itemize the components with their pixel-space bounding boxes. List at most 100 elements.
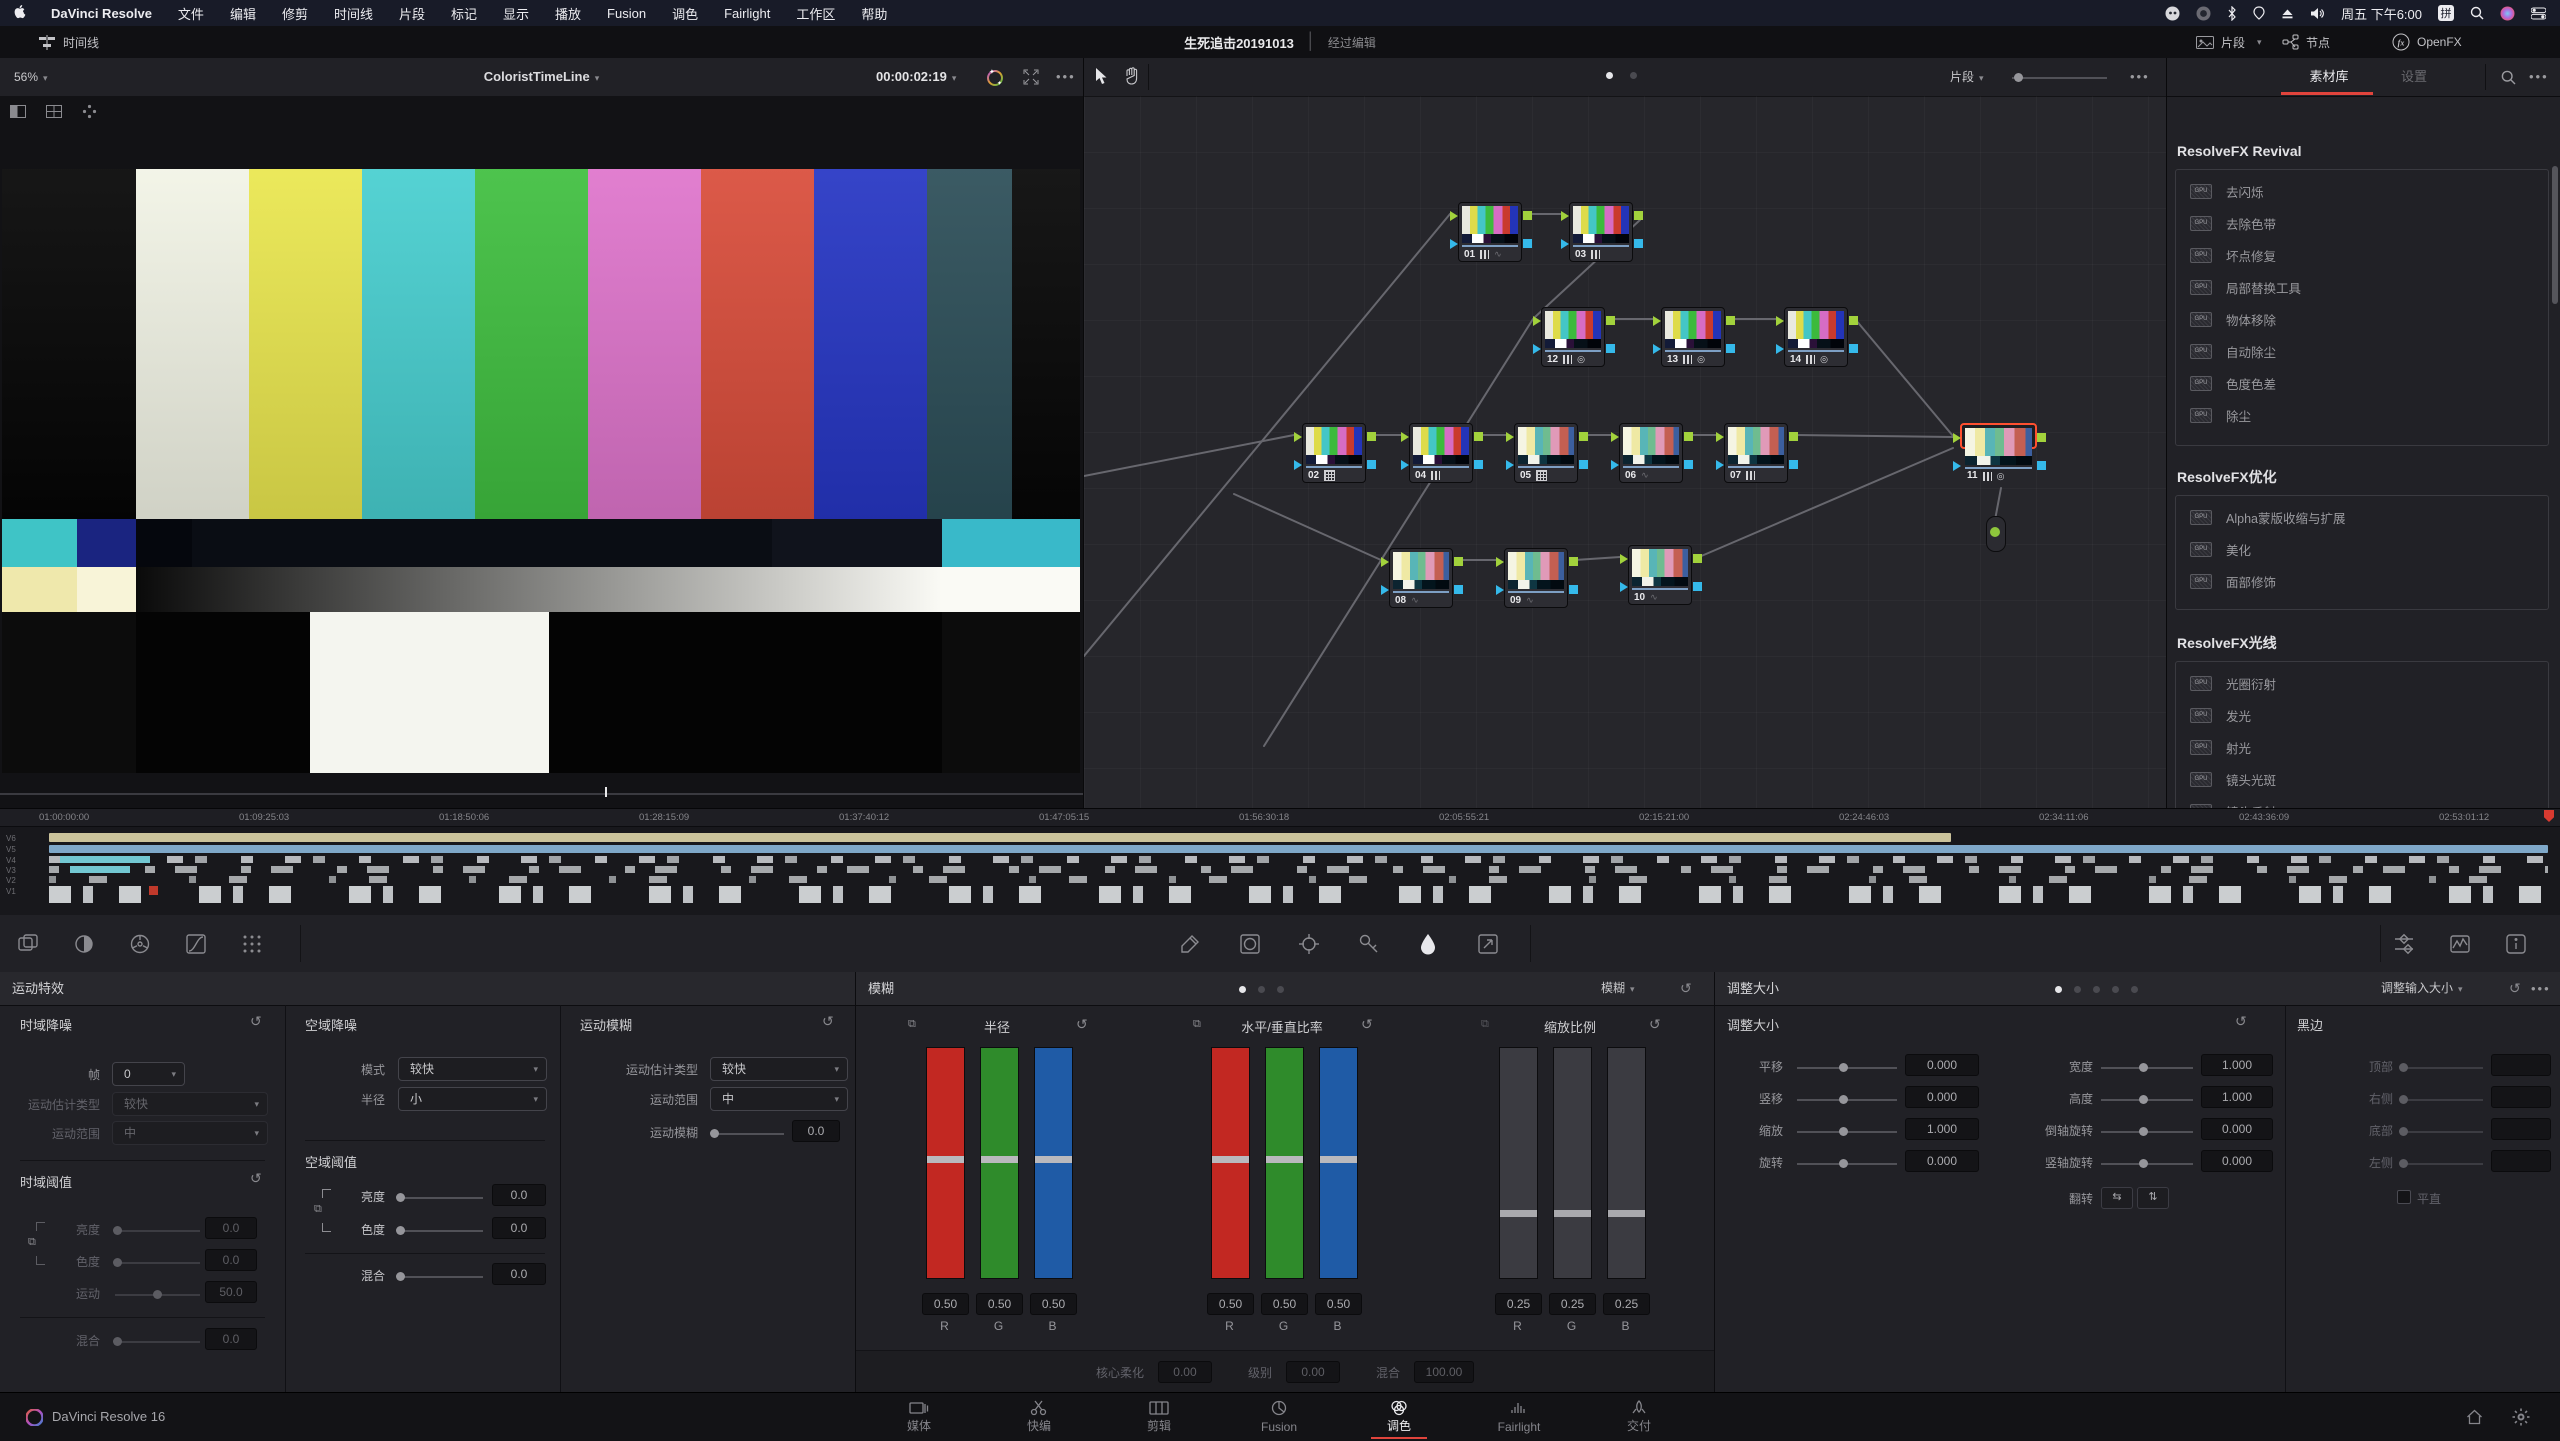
page-fusion[interactable]: Fusion (1234, 1397, 1324, 1439)
camera-raw-icon[interactable] (16, 932, 40, 956)
menu-playback[interactable]: 播放 (555, 4, 581, 23)
fx-item[interactable]: GPU自动除尘 (2176, 335, 2548, 367)
mb-range-dropdown[interactable]: 中▾ (710, 1087, 848, 1111)
radius-dropdown[interactable]: 小▾ (398, 1087, 547, 1111)
link-icon[interactable]: ⧉ (314, 1203, 322, 1216)
node-04[interactable]: 04 (1409, 423, 1473, 483)
radius-g-value[interactable]: 0.50 (976, 1293, 1023, 1315)
bluetooth-icon[interactable] (2227, 6, 2237, 21)
track-v1-clips[interactable] (49, 886, 2548, 903)
blend-value[interactable]: 0.0 (205, 1328, 257, 1350)
mb-est-dropdown[interactable]: 较快▾ (710, 1057, 848, 1081)
fx-search-icon[interactable] (2501, 70, 2516, 85)
menu-color[interactable]: 调色 (672, 4, 698, 23)
fx-item[interactable]: GPU发光 (2176, 699, 2548, 731)
spotlight-search-icon[interactable] (2470, 6, 2484, 20)
node-07[interactable]: 07 (1724, 423, 1788, 483)
node-03[interactable]: 03 (1569, 202, 1633, 262)
rotate-slider[interactable] (1797, 1163, 1897, 1165)
track-v2-clips[interactable] (49, 876, 2548, 883)
pitch-slider[interactable] (2101, 1131, 2193, 1133)
viewer-options-menu[interactable]: ••• (1056, 58, 1076, 96)
node-06[interactable]: 06∿ (1619, 423, 1683, 483)
reset-icon[interactable]: ↺ (1076, 1016, 1088, 1033)
fx-item[interactable]: GPU除尘 (2176, 399, 2548, 431)
blur-page-dot-2[interactable] (1258, 986, 1265, 993)
fx-item[interactable]: GPU去闪烁 (2176, 175, 2548, 207)
color-warper-icon[interactable] (240, 932, 264, 956)
page-deliver[interactable]: 交付 (1594, 1397, 1684, 1439)
menu-view[interactable]: 显示 (503, 4, 529, 23)
graph-page-dot-2[interactable] (1630, 72, 1637, 79)
sizing-page-dot-3[interactable] (2093, 986, 2100, 993)
reset-icon[interactable]: ↺ (250, 1013, 262, 1030)
node-13[interactable]: 13◎ (1661, 307, 1725, 367)
menu-fusion[interactable]: Fusion (607, 6, 646, 21)
blank-bottom-value[interactable] (2491, 1118, 2551, 1140)
width-slider[interactable] (2101, 1067, 2193, 1069)
scale-r-value[interactable]: 0.25 (1495, 1293, 1542, 1315)
fx-item[interactable]: GPU镜头反射 (2176, 795, 2548, 808)
key-icon[interactable] (1357, 932, 1381, 956)
keyframes-icon[interactable] (2392, 932, 2416, 956)
zoom-value[interactable]: 1.000 (1905, 1118, 1979, 1140)
graph-zoom-slider[interactable] (2012, 77, 2107, 79)
graph-page-dot-1[interactable] (1606, 72, 1613, 79)
radius-b-slider[interactable] (1034, 1047, 1073, 1279)
track-v4-clips[interactable] (49, 856, 2548, 863)
link-icon[interactable]: ⧉ (1193, 1018, 1201, 1031)
qualifier-icon[interactable] (1178, 932, 1202, 956)
cyan-clip[interactable] (70, 866, 130, 873)
color-wheels-icon[interactable] (128, 932, 152, 956)
fx-item[interactable]: GPU局部替换工具 (2176, 271, 2548, 303)
level-value[interactable]: 0.00 (1286, 1361, 1340, 1383)
node-01[interactable]: 01∿ (1458, 202, 1522, 262)
fx-item[interactable]: GPU射光 (2176, 731, 2548, 763)
blank-bottom-slider[interactable] (2401, 1131, 2483, 1133)
chroma-value[interactable]: 0.0 (205, 1249, 257, 1271)
tab-settings[interactable]: 设置 (2381, 58, 2447, 95)
tab-library[interactable]: 素材库 (2285, 58, 2373, 95)
fx-item[interactable]: GPU物体移除 (2176, 303, 2548, 335)
chroma-slider[interactable] (115, 1262, 200, 1264)
track-v5-clip[interactable] (49, 845, 2548, 853)
pan-value[interactable]: 0.000 (1905, 1054, 1979, 1076)
reset-icon[interactable]: ↺ (2235, 1013, 2247, 1030)
sizing-options-menu[interactable]: ••• (2531, 972, 2551, 1005)
zoom-slider[interactable] (1797, 1131, 1897, 1133)
eject-icon[interactable] (2281, 7, 2294, 20)
clip-view-dropdown[interactable]: 片段▾ (2196, 26, 2262, 58)
s-chroma-value[interactable]: 0.0 (492, 1217, 546, 1239)
menu-timeline[interactable]: 时间线 (334, 4, 373, 23)
hv-b-slider[interactable] (1319, 1047, 1358, 1279)
radius-r-value[interactable]: 0.50 (922, 1293, 969, 1315)
s-luma-value[interactable]: 0.0 (492, 1184, 546, 1206)
status-app-icon-1[interactable] (2165, 6, 2180, 21)
enhanced-viewer-icon[interactable]: ✦✦ (985, 68, 1004, 87)
page-color-active[interactable]: 调色 (1354, 1397, 1444, 1439)
radius-g-slider[interactable] (980, 1047, 1019, 1279)
node-12[interactable]: 12◎ (1541, 307, 1605, 367)
window-icon[interactable] (1238, 932, 1262, 956)
menu-workspace[interactable]: 工作区 (796, 4, 835, 23)
scale-g-slider[interactable] (1553, 1047, 1592, 1279)
menubar-clock[interactable]: 周五 下午6:00 (2341, 4, 2422, 23)
fx-options-menu[interactable]: ••• (2529, 58, 2549, 96)
nodes-panel-button[interactable]: 节点 (2282, 26, 2330, 58)
blank-left-slider[interactable] (2401, 1163, 2483, 1165)
tilt-value[interactable]: 0.000 (1905, 1086, 1979, 1108)
menu-fairlight[interactable]: Fairlight (724, 6, 770, 21)
fx-item[interactable]: GPU去除色带 (2176, 207, 2548, 239)
mode-dropdown[interactable]: 较快▾ (398, 1057, 547, 1081)
fx-item[interactable]: GPUAlpha蒙版收缩与扩展 (2176, 501, 2548, 533)
s-luma-slider[interactable] (398, 1197, 483, 1199)
sizing-page-dot-5[interactable] (2131, 986, 2138, 993)
menu-trim[interactable]: 修剪 (282, 4, 308, 23)
menu-mark[interactable]: 标记 (451, 4, 477, 23)
radius-b-value[interactable]: 0.50 (1030, 1293, 1077, 1315)
page-media[interactable]: 媒体 (874, 1397, 964, 1439)
blur-mode-dropdown[interactable]: 模糊▾ (1601, 972, 1635, 1006)
tracker-icon[interactable] (1297, 932, 1321, 956)
flip-horizontal-button[interactable]: ⇆ (2101, 1187, 2133, 1209)
s-blend-value[interactable]: 0.0 (492, 1263, 546, 1285)
